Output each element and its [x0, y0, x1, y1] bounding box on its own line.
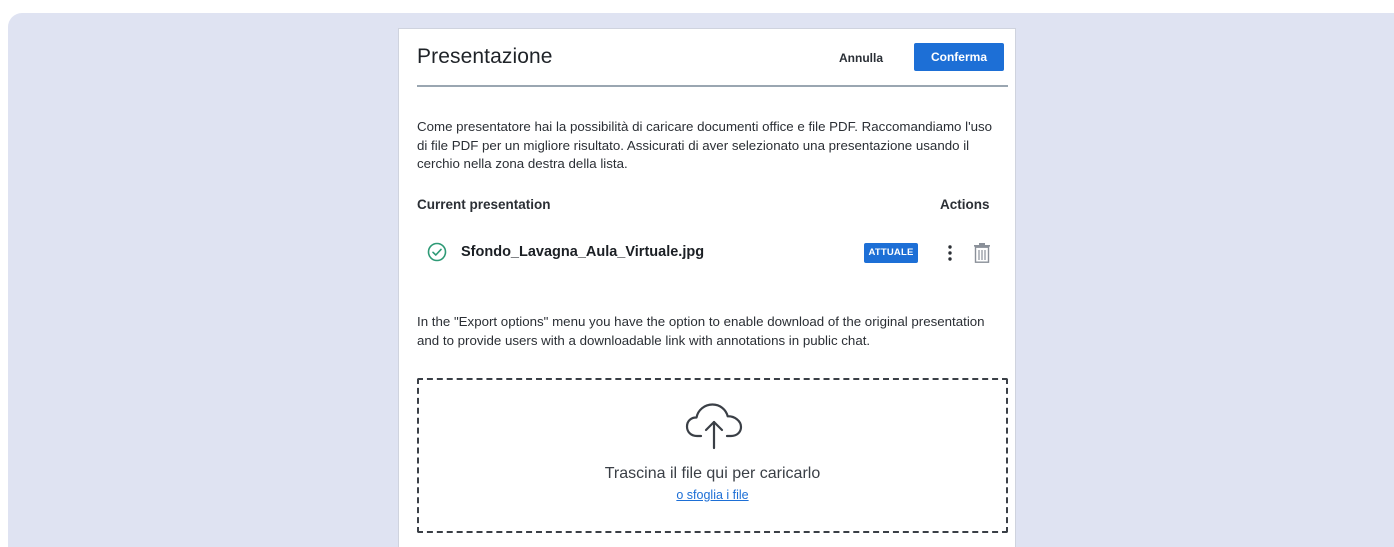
column-header-current: Current presentation: [417, 197, 551, 212]
check-circle-icon[interactable]: [427, 242, 447, 262]
intro-text: Come presentatore hai la possibilità di …: [417, 119, 993, 171]
presentation-modal: Presentazione Annulla Conferma Come pres…: [398, 28, 1016, 547]
dropzone-text: Trascina il file qui per caricarlo: [604, 465, 821, 482]
kebab-menu-icon[interactable]: [943, 242, 957, 264]
file-dropzone[interactable]: Trascina il file qui per caricarlo o sfo…: [417, 378, 1008, 533]
presentation-filename: Sfondo_Lavagna_Aula_Virtuale.jpg: [461, 244, 705, 260]
browse-files-link[interactable]: o sfoglia i file: [419, 488, 1006, 502]
confirm-button[interactable]: Conferma: [914, 43, 1004, 71]
cancel-button[interactable]: Annulla: [833, 44, 889, 71]
export-options-note: In the "Export options" menu you have th…: [417, 314, 985, 348]
cloud-upload-icon: [685, 403, 743, 450]
table-row: Sfondo_Lavagna_Aula_Virtuale.jpg ATTUALE: [417, 232, 997, 274]
modal-title: Presentazione: [417, 45, 553, 68]
current-badge: ATTUALE: [864, 243, 918, 263]
trash-icon[interactable]: [972, 242, 992, 264]
modal-header: Presentazione Annulla Conferma: [417, 29, 1008, 87]
column-header-actions: Actions: [940, 197, 990, 212]
